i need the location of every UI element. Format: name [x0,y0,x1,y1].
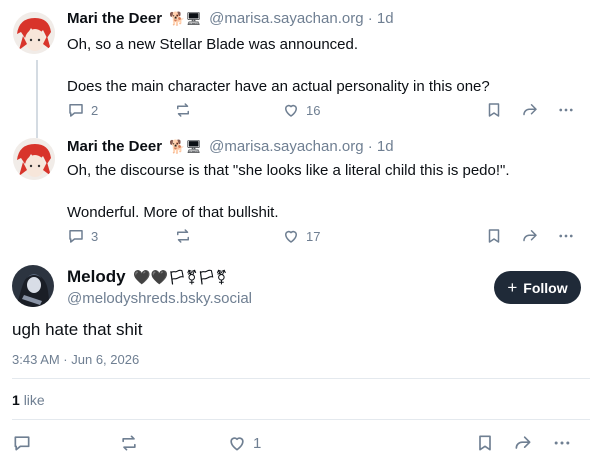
bookmark-icon [488,229,500,243]
separator: · [367,138,373,155]
avatar-image [13,138,55,180]
like-button[interactable]: 1 [227,433,261,453]
more-button[interactable] [552,433,572,453]
post-text: Oh, so a new Stellar Blade was announced… [67,34,490,97]
author-badges: 🐕🖥 [169,11,202,26]
thread-post[interactable]: Mari the Deer 🐕🖥 @marisa.sayachan.org · … [0,128,602,256]
like-summary-count: 1 [12,392,20,408]
post-timestamp[interactable]: 3:43 AM · Jun 6, 2026 [12,352,139,367]
plus-icon: + [507,277,518,297]
avatar-image [13,12,55,54]
reply-icon [69,230,83,243]
post-actions: 1 [12,433,582,455]
author-name[interactable]: Mari the Deer [67,10,162,27]
post-time[interactable]: 1d [377,138,394,155]
follow-button[interactable]: + Follow [494,271,581,304]
author-name[interactable]: Melody 🖤🖤🏳⚧🏳⚧ [67,267,227,287]
author-badges: 🐕🖥 [169,139,202,154]
reply-icon [69,104,83,117]
divider [12,378,590,379]
more-icon [559,108,573,112]
post-line [67,181,510,202]
post-line: Wonderful. More of that bullshit. [67,204,279,221]
bookmark-button[interactable] [485,101,503,119]
more-button[interactable] [557,227,575,245]
repost-icon [177,103,189,117]
bookmark-icon [479,435,491,451]
heart-icon [285,230,297,243]
reply-button[interactable]: 2 [67,101,98,119]
share-button[interactable] [521,101,539,119]
share-icon [523,104,537,116]
author-handle[interactable]: @marisa.sayachan.org [209,138,363,155]
post-line: Does the main character have an actual p… [67,78,490,95]
post-text: ugh hate that shit [12,320,143,339]
like-count: 16 [306,102,321,118]
more-icon [559,234,573,238]
avatar[interactable] [13,12,55,54]
repost-button[interactable] [119,433,139,453]
post-line: Oh, the discourse is that "she looks lik… [67,162,510,179]
more-button[interactable] [557,101,575,119]
post-header: Mari the Deer 🐕🖥 @marisa.sayachan.org · … [67,138,394,155]
post-actions: 3 17 [67,227,587,247]
reply-button[interactable] [12,433,32,453]
repost-icon [177,229,189,243]
like-button[interactable]: 16 [282,101,320,119]
reply-icon [14,436,30,451]
like-count: 1 [253,434,262,452]
repost-button[interactable] [174,101,192,119]
share-icon [515,436,531,449]
author-name[interactable]: Mari the Deer [67,138,162,155]
avatar-image [12,265,54,307]
post-line: Oh, so a new Stellar Blade was announced… [67,36,359,53]
heart-icon [285,104,297,117]
repost-button[interactable] [174,227,192,245]
post-header: Mari the Deer 🐕🖥 @marisa.sayachan.org · … [67,10,394,27]
like-summary[interactable]: 1 like [12,392,45,408]
divider [12,419,590,420]
like-count: 17 [306,228,321,244]
author-handle[interactable]: @melodyshreds.bsky.social [67,290,252,307]
author-name-text[interactable]: Melody [67,267,126,286]
share-button[interactable] [513,433,533,453]
heart-icon [230,437,244,451]
follow-label: Follow [523,279,568,296]
bookmark-icon [488,103,500,117]
bookmark-button[interactable] [475,433,495,453]
author-handle[interactable]: @marisa.sayachan.org [209,10,363,27]
post-text: Oh, the discourse is that "she looks lik… [67,160,510,223]
post-actions: 2 16 [67,101,587,121]
post-line [67,55,490,76]
reply-count: 3 [91,228,99,244]
thread-post[interactable]: Mari the Deer 🐕🖥 @marisa.sayachan.org · … [0,0,602,130]
post-time[interactable]: 1d [377,10,394,27]
avatar[interactable] [12,265,54,307]
share-icon [523,230,537,242]
bookmark-button[interactable] [485,227,503,245]
like-summary-label: like [23,392,45,408]
author-badges: 🖤🖤🏳⚧🏳⚧ [133,269,228,285]
reply-count: 2 [91,102,99,118]
reply-button[interactable]: 3 [67,227,98,245]
share-button[interactable] [521,227,539,245]
avatar[interactable] [13,138,55,180]
separator: · [367,10,373,27]
repost-icon [122,435,136,451]
more-icon [554,441,570,445]
like-button[interactable]: 17 [282,227,320,245]
